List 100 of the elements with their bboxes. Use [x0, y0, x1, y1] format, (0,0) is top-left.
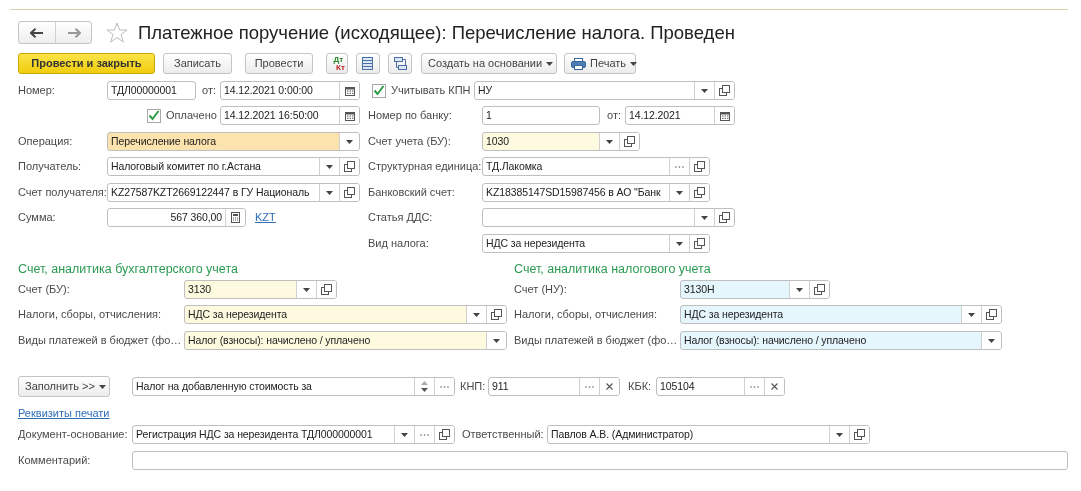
print-details-link[interactable]: Реквизиты печати	[18, 405, 110, 422]
toolbar-button[interactable]: Провести	[245, 53, 313, 74]
star-icon[interactable]	[106, 22, 128, 43]
open-window-icon	[986, 309, 997, 320]
open-window-icon	[814, 284, 825, 295]
combo-field[interactable]: Налог (взносы): начислено / уплачено	[184, 331, 507, 350]
field-label: Банковский счет:	[368, 185, 456, 201]
lookup-field[interactable]: 911	[488, 377, 620, 396]
checkbox-label[interactable]: Оплачено	[166, 107, 217, 124]
date-field[interactable]: 14.12.2021 16:50:00	[220, 106, 360, 125]
open-button[interactable]	[981, 306, 1001, 323]
clear-button[interactable]	[764, 378, 784, 395]
checkbox-label[interactable]: Учитывать КПН	[391, 82, 471, 99]
check-icon	[148, 110, 160, 121]
dropdown-button[interactable]	[296, 281, 316, 298]
calendar-button[interactable]	[714, 107, 734, 124]
caret-icon	[676, 190, 683, 195]
postings-button[interactable]: Дт Кт	[326, 53, 348, 74]
structure-button[interactable]	[388, 53, 412, 74]
dropdown-button[interactable]	[961, 306, 981, 323]
list-button[interactable]	[356, 53, 380, 74]
section-heading: Счет, аналитика бухгалтерского учета	[18, 262, 239, 276]
dropdown-button[interactable]	[599, 133, 619, 150]
dropdown-button[interactable]	[339, 133, 359, 150]
caret-icon	[326, 164, 333, 169]
open-button[interactable]	[689, 158, 709, 175]
open-button[interactable]	[714, 82, 734, 99]
caret-icon	[546, 61, 554, 66]
field-label: Виды платежей в бюджет (фо…	[514, 333, 676, 349]
open-button[interactable]	[714, 209, 734, 226]
field-label: Комментарий:	[18, 453, 92, 469]
clear-icon	[606, 383, 613, 390]
open-button[interactable]	[339, 158, 359, 175]
lookup-field[interactable]: 105104	[656, 377, 785, 396]
dropdown-button[interactable]	[486, 332, 506, 349]
open-button[interactable]	[486, 306, 506, 323]
open-button[interactable]	[316, 281, 336, 298]
combo-field[interactable]: Налоговый комитет по г.Астана	[107, 157, 360, 176]
date-field[interactable]: 14.12.2021	[625, 106, 735, 125]
print-button[interactable]: Печать	[564, 53, 636, 74]
calculator-button[interactable]	[225, 209, 245, 226]
fill-button[interactable]: Заполнить >>	[18, 376, 110, 397]
caret-icon	[968, 312, 975, 317]
input-field[interactable]	[132, 451, 1068, 470]
open-button[interactable]	[339, 184, 359, 201]
combo-field[interactable]: НДС за нерезидента	[184, 305, 507, 324]
amount-field[interactable]: 567 360,00	[107, 208, 246, 227]
date-field[interactable]: 14.12.2021 0:00:00	[220, 81, 360, 100]
field-label: Номер:	[18, 83, 56, 99]
field-label: Сумма:	[18, 210, 57, 226]
combo-field[interactable]: НУ	[474, 81, 735, 100]
combo-field[interactable]: Регистрация НДС за нерезидента ТДЛ000000001	[132, 425, 455, 444]
create-based-on-button[interactable]: Создать на основании	[421, 53, 557, 74]
checkbox[interactable]	[147, 108, 161, 123]
open-button[interactable]	[849, 426, 869, 443]
caret-icon	[701, 88, 708, 93]
combo-field[interactable]: НДС за нерезидента	[680, 305, 1002, 324]
calendar-button[interactable]	[339, 82, 359, 99]
field-label: Налоги, сборы, отчисления:	[18, 307, 163, 323]
field-label: Вид налога:	[368, 236, 430, 252]
open-button[interactable]	[619, 133, 639, 150]
combo-field[interactable]: Перечисление налога	[107, 132, 360, 151]
combo-field[interactable]: 3130	[184, 280, 337, 299]
open-button[interactable]	[809, 281, 829, 298]
caret-icon	[988, 338, 995, 343]
lookup-field[interactable]: Налог на добавленную стоимость за	[132, 377, 455, 396]
combo-field[interactable]: НДС за нерезидента	[482, 234, 710, 253]
calculator-icon	[231, 212, 240, 223]
open-button[interactable]	[689, 235, 709, 252]
dropdown-button[interactable]	[466, 306, 486, 323]
field-label: от:	[607, 108, 622, 124]
combo-field[interactable]: KZ18385147SD15987456 в АО "Банк	[482, 183, 710, 202]
open-window-icon	[344, 187, 355, 198]
calendar-icon	[344, 110, 355, 121]
combo-field[interactable]: 1030	[482, 132, 640, 151]
dropdown-button[interactable]	[981, 332, 1001, 349]
lookup-field[interactable]: ТД.Лакомка	[482, 157, 710, 176]
field-label: КНП:	[460, 379, 486, 395]
post-and-close-button[interactable]: Провести и закрыть	[18, 53, 155, 74]
caret-icon	[473, 312, 480, 317]
clear-button[interactable]	[599, 378, 619, 395]
toolbar-button[interactable]: Записать	[163, 53, 232, 74]
open-button[interactable]	[434, 426, 454, 443]
field-label: Получатель:	[18, 159, 83, 175]
checkbox[interactable]	[372, 83, 386, 98]
field-label: Виды платежей в бюджет (фо…	[18, 333, 180, 349]
combo-field[interactable]: KZ27587KZT2669122447 в ГУ Националь	[107, 183, 360, 202]
currency-link[interactable]: KZT	[255, 209, 285, 226]
combo-field[interactable]	[482, 208, 735, 227]
open-window-icon	[694, 187, 705, 198]
dropdown-button[interactable]	[789, 281, 809, 298]
navigation-buttons[interactable]	[18, 21, 92, 44]
input-field[interactable]: ТДЛ00000001	[107, 81, 196, 100]
calendar-button[interactable]	[339, 107, 359, 124]
input-field[interactable]: 1	[482, 106, 600, 125]
open-button[interactable]	[689, 184, 709, 201]
combo-field[interactable]: Павлов А.В. (Администратор)	[547, 425, 870, 444]
caret-icon	[676, 241, 683, 246]
combo-field[interactable]: Налог (взносы): начислено / уплачено	[680, 331, 1002, 350]
combo-field[interactable]: 3130Н	[680, 280, 830, 299]
